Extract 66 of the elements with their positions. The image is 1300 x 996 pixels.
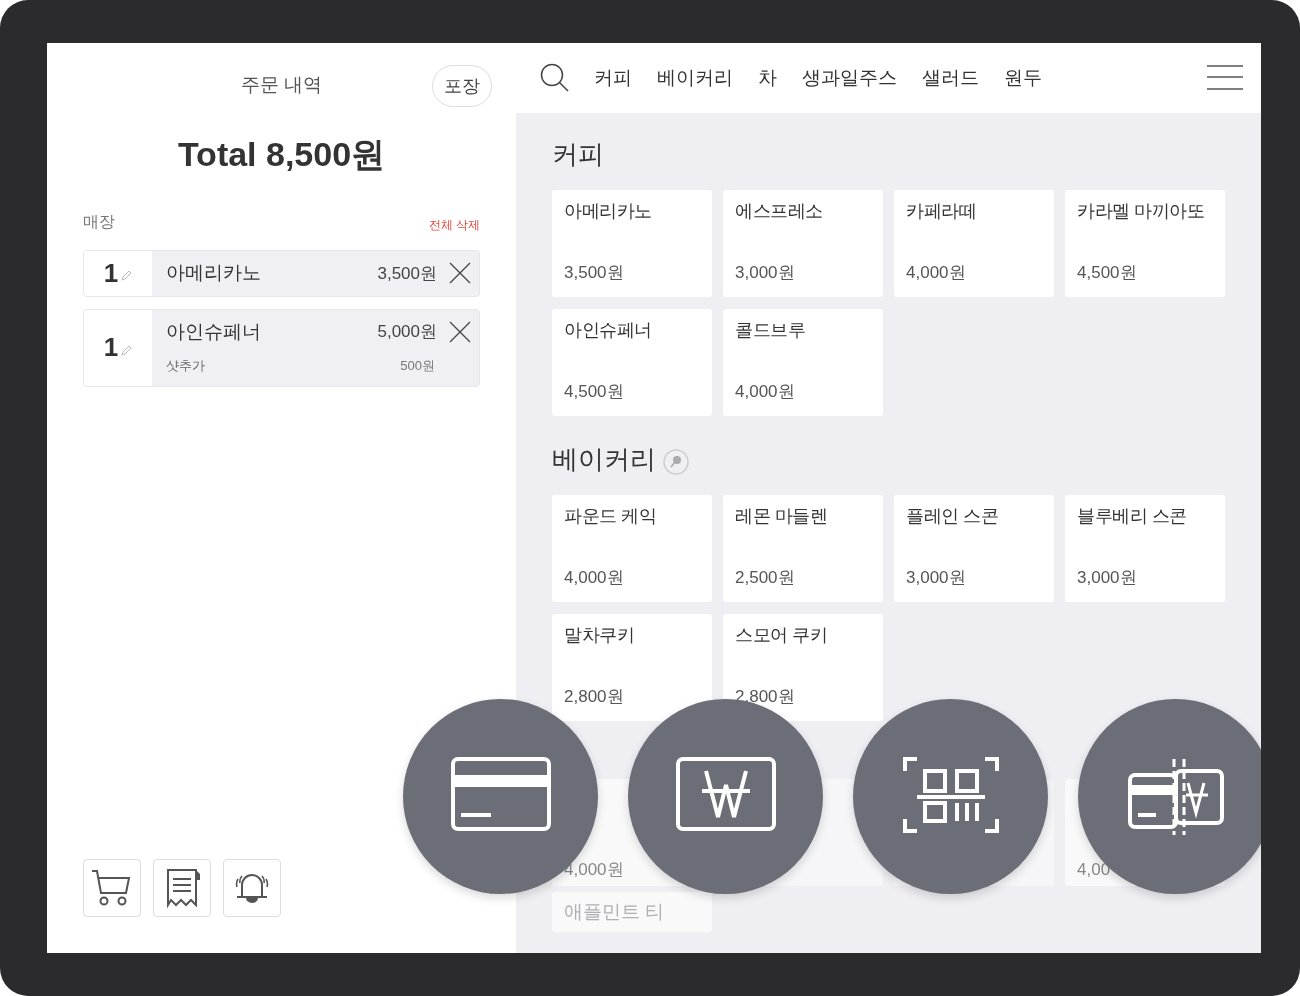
quantity: 1: [103, 256, 119, 290]
item-name: 아메리카노: [166, 261, 262, 285]
product-card[interactable]: 아인슈페너 4,500원: [552, 309, 712, 416]
quantity: 1: [103, 331, 119, 364]
close-icon[interactable]: [449, 320, 471, 343]
receipt-button[interactable]: [153, 859, 211, 917]
order-item[interactable]: 1 아메리카노 3,500원: [83, 250, 480, 297]
product-name: 블루베리 스콘: [1077, 505, 1188, 528]
clear-all-link[interactable]: 전체 삭제: [428, 216, 480, 234]
product-card[interactable]: 블루베리 스콘 3,000원: [1065, 495, 1225, 602]
product-name: 말차쿠키: [564, 624, 635, 647]
category-tab[interactable]: 원두: [1004, 63, 1042, 93]
category-tab[interactable]: 베이커리: [657, 63, 733, 93]
item-price: 5,000원: [377, 321, 437, 343]
product-name: 아메리카노: [564, 200, 653, 223]
product-price: 3,000원: [735, 261, 796, 284]
order-total: Total 8,500원: [176, 134, 387, 175]
product-price: 4,500원: [564, 380, 625, 403]
product-price: 3,000원: [1077, 566, 1138, 589]
order-item[interactable]: 1 아인슈페너 5,000원 샷추가 500원: [83, 308, 480, 387]
product-card[interactable]: 파운드 케익 4,000원: [552, 495, 712, 602]
product-price: 4,000원: [735, 380, 796, 403]
option-name: 샷추가: [166, 357, 206, 375]
product-name: 스모어 쿠키: [735, 624, 828, 647]
product-price: 4,500원: [1077, 261, 1138, 284]
item-price: 3,500원: [377, 262, 437, 285]
product-price: 3,000원: [906, 566, 967, 589]
close-icon[interactable]: [449, 262, 471, 285]
product-card[interactable]: 플레인 스콘 3,000원: [894, 495, 1054, 602]
product-name: 파운드 케익: [564, 505, 657, 528]
product-card[interactable]: 말차쿠키 2,800원: [552, 614, 712, 721]
product-price: 3,500원: [564, 261, 625, 284]
product-name: 레몬 마들렌: [735, 505, 828, 528]
product-name: 에스프레소: [735, 200, 824, 223]
product-card[interactable]: 카라멜 마끼아또 4,500원: [1065, 190, 1225, 297]
product-name: 애플민트 티: [564, 899, 665, 924]
product-price: 4,000원: [564, 566, 625, 589]
category-tab[interactable]: 생과일주스: [802, 63, 897, 93]
category-tab[interactable]: 차: [758, 63, 777, 93]
section-title: 커피: [552, 138, 604, 171]
product-card[interactable]: 카페라떼 4,000원: [894, 190, 1054, 297]
search-icon[interactable]: [540, 63, 570, 93]
cart-button[interactable]: [83, 859, 141, 917]
product-card[interactable]: 아메리카노 3,500원: [552, 190, 712, 297]
product-name: 콜드브루: [735, 319, 806, 342]
product-name: 아인슈페너: [564, 319, 653, 342]
product-price: 4,000원: [906, 261, 967, 284]
product-name: 카라멜 마끼아또: [1077, 200, 1205, 223]
product-name: 카페라떼: [906, 200, 977, 223]
option-price: 500원: [400, 357, 435, 375]
item-name: 아인슈페너: [166, 319, 262, 344]
bell-button[interactable]: [223, 859, 281, 917]
product-card[interactable]: 에스프레소 3,000원: [723, 190, 883, 297]
product-price: 2,500원: [735, 566, 796, 589]
product-card[interactable]: 콜드브루 4,000원: [723, 309, 883, 416]
category-tab[interactable]: 커피: [594, 63, 632, 93]
category-tab[interactable]: 샐러드: [922, 63, 979, 93]
panel-title: 주문 내역: [240, 72, 323, 97]
product-price: 2,800원: [564, 685, 625, 708]
menu-icon[interactable]: [1207, 65, 1243, 91]
order-type-label: 매장: [83, 212, 115, 232]
product-card[interactable]: 레몬 마들렌 2,500원: [723, 495, 883, 602]
section-title: 베이커리: [552, 443, 656, 476]
product-name: 플레인 스콘: [906, 505, 999, 528]
split-payment-icon: [1125, 756, 1226, 837]
product-price: 4,000원: [564, 858, 625, 881]
